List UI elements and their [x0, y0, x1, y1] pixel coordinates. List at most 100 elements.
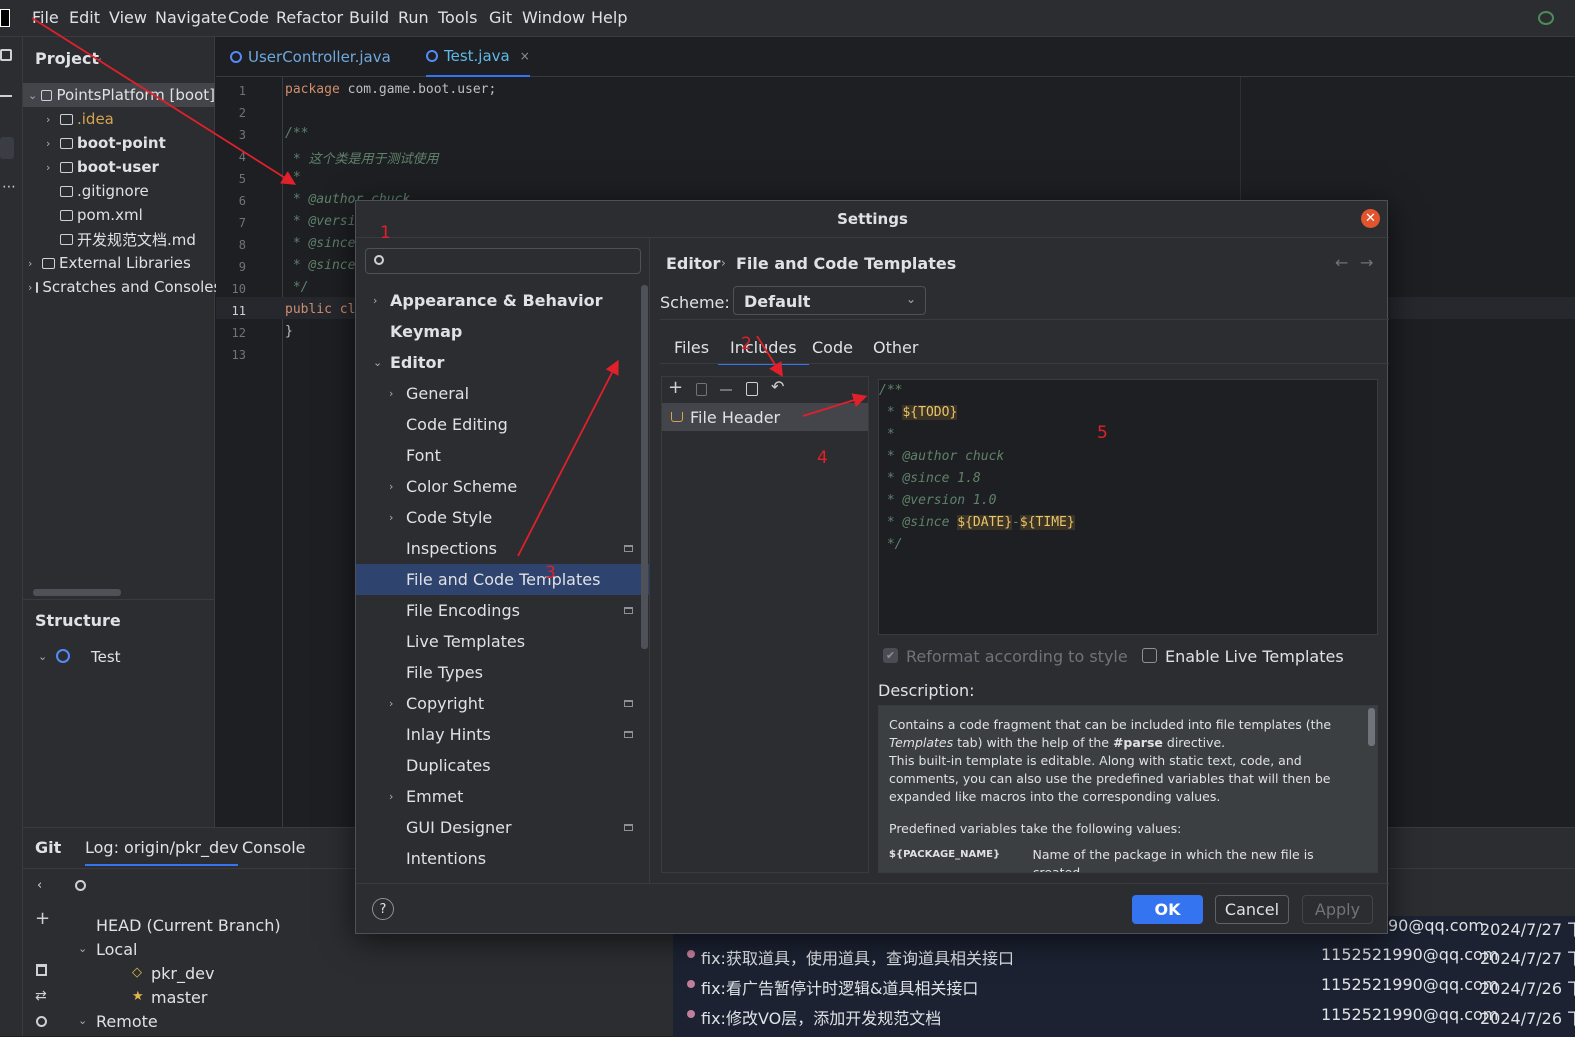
- chevron-right-icon[interactable]: ›: [389, 480, 393, 493]
- git-tab[interactable]: Git: [35, 838, 61, 857]
- more-tools-icon[interactable]: ⋯: [2, 179, 16, 195]
- code-line[interactable]: }: [285, 324, 293, 339]
- template-tab[interactable]: Files: [674, 338, 709, 357]
- close-tab-icon[interactable]: ×: [520, 49, 530, 63]
- forward-arrow-icon[interactable]: →: [1360, 253, 1373, 272]
- chevron-right-icon[interactable]: ›: [389, 387, 393, 400]
- template-tab[interactable]: Includes: [718, 338, 809, 365]
- reset-icon[interactable]: ↶: [771, 377, 784, 396]
- apply-button[interactable]: Apply: [1302, 895, 1373, 924]
- menu-git[interactable]: Git: [489, 8, 512, 27]
- code-line[interactable]: public cl: [285, 302, 355, 317]
- collapse-icon[interactable]: ‹: [37, 878, 42, 893]
- code-line[interactable]: * 这个类是用于测试使用: [285, 148, 439, 167]
- menu-build[interactable]: Build: [349, 8, 389, 27]
- branch-item[interactable]: Remote: [96, 1012, 158, 1031]
- chevron-down-icon[interactable]: ⌄: [78, 1014, 87, 1027]
- project-tree-item[interactable]: pom.xml: [23, 203, 215, 227]
- settings-nav-item[interactable]: ⌄ Editor: [356, 347, 649, 378]
- code-line[interactable]: * @since: [285, 236, 356, 251]
- chevron-down-icon[interactable]: ⌄: [373, 356, 382, 369]
- project-tree-item[interactable]: › Scratches and Consoles: [23, 275, 221, 299]
- settings-nav-item[interactable]: › General: [356, 378, 649, 409]
- chevron-right-icon[interactable]: ›: [389, 511, 393, 524]
- find-icon[interactable]: [36, 1016, 47, 1027]
- commit-message[interactable]: fix:修改VO层，添加开发规范文档: [701, 1005, 941, 1029]
- project-tool-icon[interactable]: [0, 49, 12, 61]
- git-tab[interactable]: Log: origin/pkr_dev: [85, 838, 239, 866]
- chevron-right-icon[interactable]: ›: [46, 137, 56, 150]
- description-scrollbar[interactable]: [1368, 708, 1375, 746]
- template-tab[interactable]: Other: [873, 338, 918, 357]
- code-line[interactable]: package com.game.boot.user;: [285, 82, 496, 97]
- settings-nav-item[interactable]: Duplicates: [356, 750, 649, 781]
- chevron-right-icon[interactable]: ›: [28, 257, 38, 270]
- breadcrumb-parent[interactable]: Editor: [666, 254, 720, 273]
- cancel-button[interactable]: Cancel: [1215, 895, 1289, 924]
- settings-nav-item[interactable]: Code Editing: [356, 409, 649, 440]
- settings-nav-item[interactable]: Keymap: [356, 316, 649, 347]
- chevron-down-icon[interactable]: ⌄: [94, 51, 103, 64]
- chevron-down-icon[interactable]: ⌄: [78, 942, 87, 955]
- settings-nav-item[interactable]: GUI Designer: [356, 812, 649, 843]
- branch-item[interactable]: HEAD (Current Branch): [96, 916, 281, 935]
- git-tab[interactable]: Console: [242, 838, 306, 857]
- chevron-down-icon[interactable]: ⌄: [28, 89, 37, 102]
- project-tree-item[interactable]: › boot-user: [23, 155, 215, 179]
- settings-nav-item[interactable]: › Copyright: [356, 688, 649, 719]
- code-line[interactable]: */: [285, 280, 309, 295]
- live-templates-checkbox[interactable]: [1142, 648, 1157, 663]
- template-code-editor[interactable]: /** * ${TODO} * * @author chuck * @since…: [878, 379, 1378, 635]
- code-line[interactable]: * @since: [285, 258, 356, 273]
- branch-item[interactable]: pkr_dev: [151, 964, 214, 983]
- commit-tool-icon[interactable]: [0, 95, 12, 97]
- project-panel-title[interactable]: Project: [35, 49, 99, 68]
- nav-scrollbar[interactable]: [641, 285, 648, 649]
- chevron-right-icon[interactable]: ›: [28, 281, 32, 294]
- project-tree-item[interactable]: ⌄ PointsPlatform [boot]: [23, 83, 215, 107]
- branch-item[interactable]: Local: [96, 940, 137, 959]
- settings-search-field[interactable]: [365, 248, 641, 274]
- menu-file[interactable]: File: [32, 8, 59, 27]
- clipboard-icon[interactable]: [746, 382, 758, 396]
- search-input[interactable]: [392, 251, 632, 271]
- project-tree-item[interactable]: › .idea: [23, 107, 215, 131]
- template-item[interactable]: File Header: [662, 403, 868, 431]
- settings-nav-item[interactable]: Inspections: [356, 533, 649, 564]
- menu-tools[interactable]: Tools: [438, 8, 477, 27]
- menu-refactor[interactable]: Refactor: [276, 8, 343, 27]
- project-tree-item[interactable]: › External Libraries: [23, 251, 215, 275]
- editor-tab[interactable]: Test.java ×: [426, 37, 530, 77]
- settings-nav-item[interactable]: Intentions: [356, 843, 649, 874]
- horizontal-scrollbar[interactable]: [33, 589, 121, 596]
- ok-button[interactable]: OK: [1132, 895, 1203, 924]
- chevron-right-icon[interactable]: ›: [46, 113, 56, 126]
- search-icon[interactable]: [75, 880, 86, 891]
- settings-nav-item[interactable]: › Color Scheme: [356, 471, 649, 502]
- add-icon[interactable]: +: [668, 377, 683, 398]
- branch-item[interactable]: master: [151, 988, 207, 1007]
- settings-nav-item[interactable]: › Code Style: [356, 502, 649, 533]
- code-line[interactable]: *: [285, 170, 301, 185]
- merge-icon[interactable]: ⇄: [35, 988, 47, 1004]
- project-tree-item[interactable]: 开发规范文档.md: [23, 227, 215, 251]
- delete-icon[interactable]: [36, 964, 47, 976]
- menu-navigate[interactable]: Navigate: [155, 8, 227, 27]
- structure-tool-icon[interactable]: [0, 137, 14, 159]
- chevron-right-icon[interactable]: ›: [389, 790, 393, 803]
- settings-nav-item[interactable]: › Emmet: [356, 781, 649, 812]
- menu-view[interactable]: View: [109, 8, 147, 27]
- menu-edit[interactable]: Edit: [69, 8, 100, 27]
- add-branch-icon[interactable]: +: [35, 908, 50, 929]
- close-icon[interactable]: ✕: [1361, 209, 1380, 228]
- reformat-checkbox[interactable]: ✔: [883, 648, 898, 663]
- menu-run[interactable]: Run: [398, 8, 429, 27]
- structure-item[interactable]: Test: [91, 648, 121, 666]
- chevron-right-icon[interactable]: ›: [389, 697, 393, 710]
- settings-nav-item[interactable]: Live Templates: [356, 626, 649, 657]
- scheme-dropdown[interactable]: Default ⌄: [733, 286, 926, 315]
- settings-nav-item[interactable]: › Appearance & Behavior: [356, 285, 649, 316]
- settings-nav-item[interactable]: Inlay Hints: [356, 719, 649, 750]
- settings-nav-item[interactable]: File Types: [356, 657, 649, 688]
- menu-window[interactable]: Window: [522, 8, 585, 27]
